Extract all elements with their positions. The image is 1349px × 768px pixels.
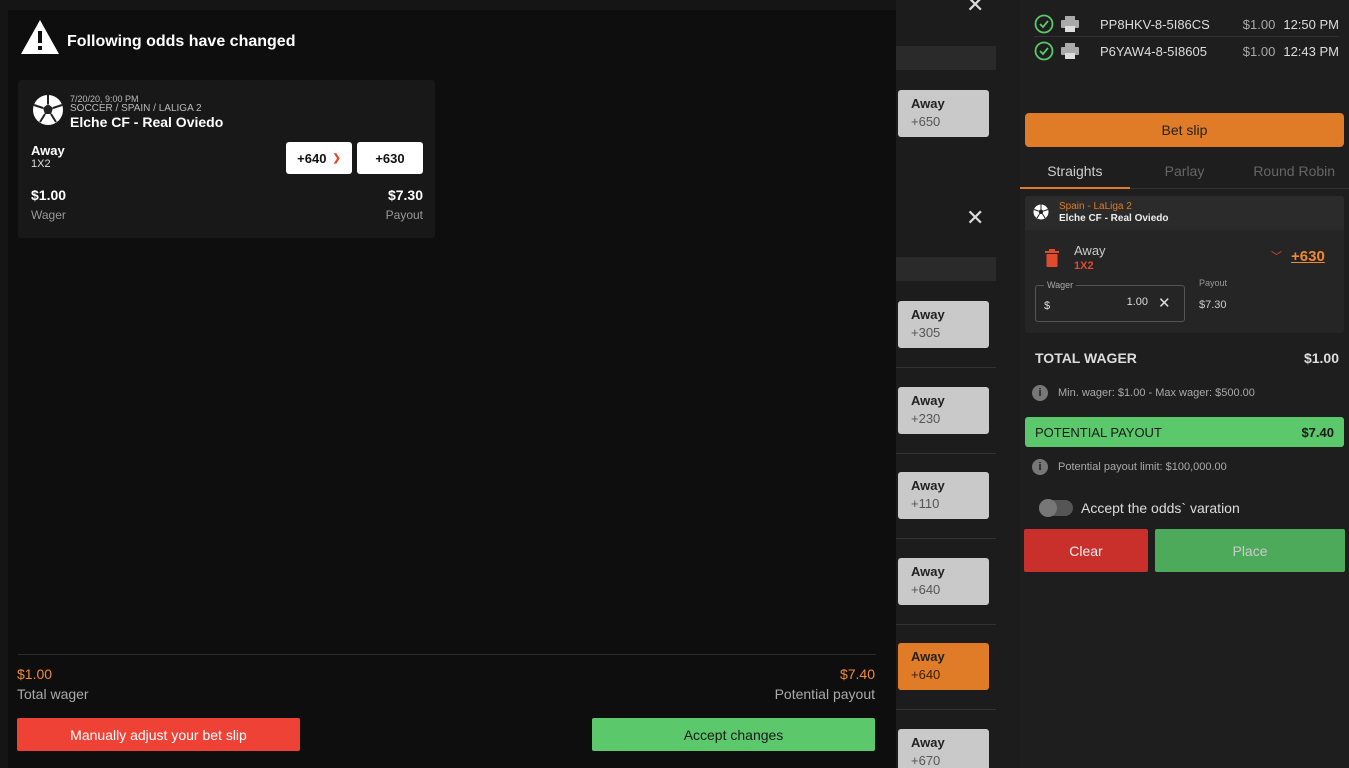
payout-limit-text: Potential payout limit: $100,000.00 <box>1058 461 1227 473</box>
divider <box>896 624 996 625</box>
odds-button[interactable]: Away +640 <box>898 558 989 605</box>
divider <box>1034 36 1339 37</box>
selection-name: Away <box>31 143 65 158</box>
total-wager-label: Total wager <box>17 686 89 702</box>
close-icon[interactable]: ✕ <box>966 0 984 16</box>
ticket-id: P6YAW4-8-5I8605 <box>1100 43 1207 59</box>
new-odds-button[interactable]: +630 <box>357 142 423 174</box>
total-wager-value: $1.00 <box>1303 350 1339 366</box>
close-icon[interactable]: ✕ <box>966 207 984 229</box>
selection-name: Away <box>1074 243 1106 258</box>
card-wager-label: Wager <box>31 208 66 222</box>
total-wager-row: TOTAL WAGER $1.00 <box>1035 350 1339 366</box>
potential-payout-bar: POTENTIAL PAYOUT $7.40 <box>1025 417 1344 447</box>
chevron-down-icon: ❯ <box>332 152 341 164</box>
divider <box>896 538 996 539</box>
wager-limits-text: Min. wager: $1.00 - Max wager: $500.00 <box>1058 387 1255 399</box>
selection-event: Elche CF - Real Oviedo <box>1059 213 1169 224</box>
selection-odds[interactable]: +630 <box>1291 248 1325 265</box>
tab-parlay[interactable]: Parlay <box>1129 153 1240 189</box>
payout-limit-row: i Potential payout limit: $100,000.00 <box>1032 459 1227 475</box>
ticket-id: PP8HKV-8-5I86CS <box>1100 16 1210 32</box>
odds-changed-modal: Following odds have changed 7/20/20, 9:0… <box>8 10 896 768</box>
card-wager-value: $1.00 <box>31 187 67 203</box>
potential-payout-value: $7.40 <box>1301 424 1334 440</box>
tab-straights[interactable]: Straights <box>1020 153 1130 189</box>
accept-variation-row: Accept the odds` varation <box>1039 499 1240 517</box>
selection-league: Spain - LaLiga 2 <box>1059 201 1132 212</box>
old-odds-value: +640 <box>297 150 327 166</box>
odds-button[interactable]: Away +110 <box>898 472 989 519</box>
ticket-amount: $1.00 <box>1242 43 1276 59</box>
selection-market: 1X2 <box>1074 260 1094 272</box>
accept-variation-label: Accept the odds` varation <box>1081 500 1240 516</box>
soccer-ball-icon <box>33 95 63 125</box>
events-column-strip <box>896 257 996 281</box>
ticket-time: 12:43 PM <box>1283 43 1339 59</box>
divider <box>896 709 996 710</box>
card-payout-value: $7.30 <box>387 187 423 203</box>
market-name: 1X2 <box>31 158 51 170</box>
total-wager-label: TOTAL WAGER <box>1035 350 1137 366</box>
odds-button[interactable]: Away +670 <box>898 729 989 768</box>
events-column-strip <box>896 46 996 70</box>
info-icon: i <box>1032 385 1048 401</box>
printer-icon[interactable] <box>1060 42 1080 60</box>
accept-variation-toggle[interactable] <box>1039 499 1073 517</box>
chevron-down-icon: ﹀ <box>1271 251 1282 263</box>
clear-button[interactable]: Clear <box>1024 529 1148 572</box>
accept-changes-button[interactable]: Accept changes <box>592 718 875 751</box>
check-circle-icon <box>1034 14 1054 34</box>
card-payout-label: Payout <box>385 208 423 222</box>
wager-field-label: Wager <box>1044 280 1077 290</box>
ticket-row[interactable]: P6YAW4-8-5I8605 $1.00 12:43 PM <box>1034 40 1339 62</box>
betslip-selection: Spain - LaLiga 2 Elche CF - Real Oviedo … <box>1025 196 1344 333</box>
betslip-header-button[interactable]: Bet slip <box>1025 113 1344 147</box>
divider <box>896 367 996 368</box>
check-circle-icon <box>1034 41 1054 61</box>
selection-payout-value: $7.30 <box>1199 299 1227 311</box>
modal-header: Following odds have changed <box>19 18 295 56</box>
warning-icon <box>21 20 59 54</box>
selection-header: Spain - LaLiga 2 Elche CF - Real Oviedo <box>1025 196 1344 230</box>
potential-payout-label: Potential payout <box>774 686 875 702</box>
ticket-row[interactable]: PP8HKV-8-5I86CS $1.00 12:50 PM <box>1034 13 1339 35</box>
ticket-time: 12:50 PM <box>1283 16 1339 32</box>
total-wager-value: $1.00 <box>17 666 53 682</box>
potential-payout-value: $7.40 <box>839 666 875 682</box>
printer-icon[interactable] <box>1060 15 1080 33</box>
modal-title: Following odds have changed <box>67 33 296 50</box>
divider <box>18 654 876 655</box>
changed-bet-card: 7/20/20, 9:00 PM SOCCER / SPAIN / LALIGA… <box>18 80 435 238</box>
odds-button[interactable]: Away +650 <box>898 90 989 137</box>
potential-payout-label: POTENTIAL PAYOUT <box>1035 424 1162 440</box>
app-root: ✕ ✕ Away +650 Away +305 Away +230 Away +… <box>0 0 1349 768</box>
divider <box>896 453 996 454</box>
tab-round-robin[interactable]: Round Robin <box>1239 153 1349 189</box>
odds-button[interactable]: Away +230 <box>898 387 989 434</box>
soccer-ball-icon <box>1033 204 1049 220</box>
betslip-tabs: Straights Parlay Round Robin <box>1020 153 1349 189</box>
trash-icon[interactable] <box>1045 249 1059 267</box>
currency-symbol: $ <box>1044 300 1051 312</box>
manually-adjust-button[interactable]: Manually adjust your bet slip <box>17 718 300 751</box>
place-button[interactable]: Place <box>1155 529 1345 572</box>
new-odds-value: +630 <box>375 150 405 166</box>
wager-field: Wager $ ✕ <box>1035 280 1185 322</box>
odds-button-selected[interactable]: Away +640 <box>898 643 989 690</box>
old-odds-button[interactable]: +640 ❯ <box>286 142 352 174</box>
info-icon: i <box>1032 459 1048 475</box>
event-league: SOCCER / SPAIN / LALIGA 2 <box>70 103 202 114</box>
ticket-amount: $1.00 <box>1242 16 1276 32</box>
odds-button[interactable]: Away +305 <box>898 301 989 348</box>
betslip-panel: PP8HKV-8-5I86CS $1.00 12:50 PM P6YAW4-8-… <box>1020 0 1349 768</box>
clear-wager-icon[interactable]: ✕ <box>1158 294 1171 312</box>
wager-input[interactable] <box>1056 296 1148 308</box>
wager-limits-row: i Min. wager: $1.00 - Max wager: $500.00 <box>1032 385 1255 401</box>
event-name: Elche CF - Real Oviedo <box>70 114 224 130</box>
selection-payout-label: Payout <box>1199 278 1228 288</box>
